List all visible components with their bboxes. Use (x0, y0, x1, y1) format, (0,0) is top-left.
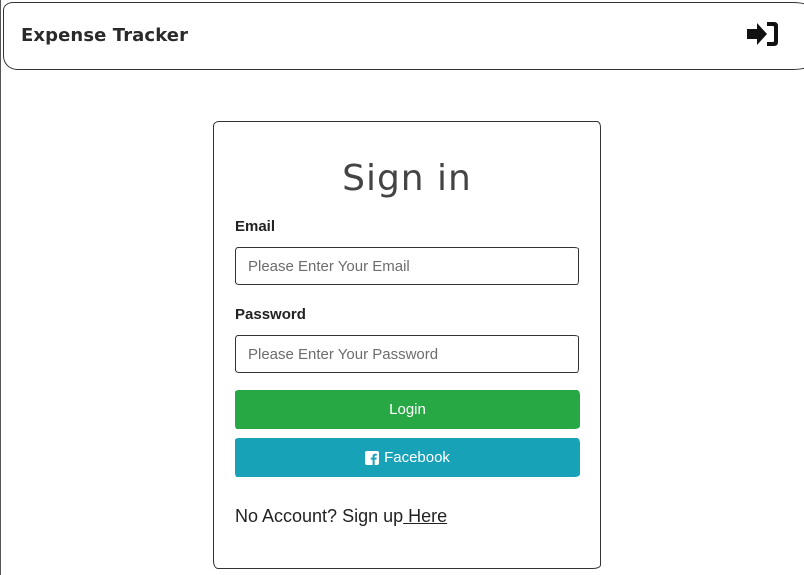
page: Expense Tracker Sign in Email Password L… (0, 0, 804, 575)
signup-link[interactable]: Here (403, 506, 447, 526)
login-button-label: Login (389, 401, 426, 418)
email-label: Email (235, 218, 276, 235)
password-label: Password (235, 306, 306, 323)
brand-title[interactable]: Expense Tracker (21, 25, 188, 46)
signin-card: Sign in Email Password Login Facebook No… (213, 121, 601, 569)
email-field[interactable] (235, 247, 579, 285)
signup-prompt: No Account? Sign up Here (235, 506, 447, 527)
navbar: Expense Tracker (3, 2, 804, 70)
facebook-button[interactable]: Facebook (235, 438, 580, 477)
password-field[interactable] (235, 335, 579, 373)
facebook-icon (365, 450, 380, 465)
signin-title: Sign in (342, 158, 472, 199)
signup-prompt-text: No Account? Sign up (235, 506, 404, 526)
sign-in-icon[interactable] (745, 18, 781, 50)
login-button[interactable]: Login (235, 390, 580, 429)
facebook-button-label: Facebook (384, 449, 450, 466)
